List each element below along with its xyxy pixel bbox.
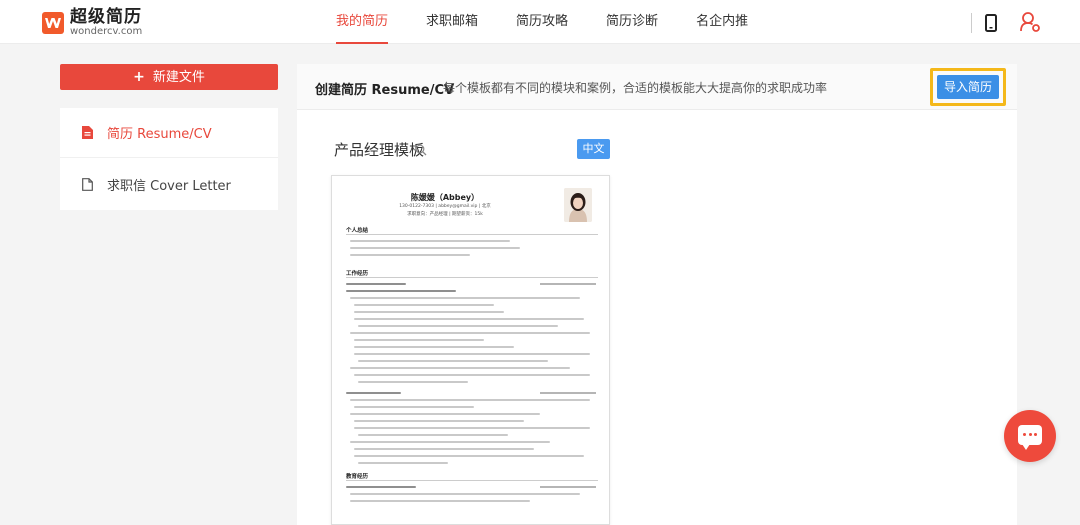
text-line <box>350 332 590 334</box>
sidebar-item-label: 简历 Resume/CV <box>107 127 212 142</box>
sidebar-item-resume[interactable]: 简历 Resume/CV <box>60 108 278 158</box>
sidebar-panel: 简历 Resume/CV 求职信 Cover Letter <box>60 108 278 210</box>
resume-photo <box>564 188 592 222</box>
text-line <box>354 339 484 341</box>
logo[interactable]: 超级简历 wondercv.com <box>42 8 142 37</box>
resume-template-card[interactable]: 陈媛媛（Abbey） 130-0122-7303 | abbey@gmail.v… <box>331 175 610 525</box>
text-line <box>354 455 584 457</box>
main-header: 创建简历 Resume/CV 每个模板都有不同的模块和案例，合适的模板能大大提高… <box>297 64 1017 110</box>
resume-file-icon <box>82 126 93 139</box>
text-line <box>350 240 510 242</box>
text-line <box>354 427 590 429</box>
nav-resume-diagnosis[interactable]: 简历诊断 <box>606 0 658 44</box>
resume-name: 陈媛媛（Abbey） <box>410 193 480 202</box>
text-line <box>358 325 558 327</box>
text-line <box>350 367 570 369</box>
text-line <box>358 462 448 464</box>
text-line <box>358 360 548 362</box>
text-line <box>354 406 474 408</box>
text-line <box>354 311 504 313</box>
text-line <box>354 346 514 348</box>
main-nav: 我的简历 求职邮箱 简历攻略 简历诊断 名企内推 <box>336 0 786 44</box>
text-line <box>350 500 530 502</box>
nav-resume-guide[interactable]: 简历攻略 <box>516 0 568 44</box>
resume-section-title: 工作经历 <box>346 271 369 277</box>
resume-intent: 求职意向：产品经理 | 期望薪资：15k <box>407 212 483 217</box>
logo-subtitle: wondercv.com <box>70 26 143 37</box>
text-line <box>350 254 470 256</box>
phone-icon[interactable] <box>985 14 997 36</box>
text-line <box>350 247 520 249</box>
document-icon <box>82 177 93 191</box>
language-button[interactable]: 中文 <box>577 139 610 159</box>
resume-section-title: 个人总结 <box>346 228 369 234</box>
logo-title: 超级简历 <box>70 7 142 27</box>
user-icon[interactable] <box>1019 11 1041 37</box>
text-line <box>354 353 590 355</box>
text-line <box>354 318 584 320</box>
text-line <box>350 413 540 415</box>
chat-button[interactable] <box>1004 410 1056 462</box>
sidebar-item-label: 求职信 Cover Letter <box>107 178 231 194</box>
template-title: 产品经理模板 <box>334 141 425 159</box>
text-line <box>354 448 534 450</box>
text-line <box>354 374 590 376</box>
import-highlight: 导入简历 <box>930 68 1006 106</box>
text-line <box>350 493 580 495</box>
text-line <box>350 297 580 299</box>
plus-icon: + <box>133 69 145 85</box>
search-icon[interactable] <box>415 141 427 160</box>
page-description: 每个模板都有不同的模块和案例，合适的模板能大大提高你的求职成功率 <box>443 81 828 95</box>
section-divider <box>346 277 598 278</box>
text-line <box>346 290 456 292</box>
text-line <box>358 434 508 436</box>
new-file-label: 新建文件 <box>152 70 205 85</box>
text-line <box>346 392 401 394</box>
page-title: 创建简历 Resume/CV <box>315 83 455 98</box>
section-divider <box>346 234 598 235</box>
main-panel: 创建简历 Resume/CV 每个模板都有不同的模块和案例，合适的模板能大大提高… <box>297 64 1017 525</box>
date-line <box>540 392 596 394</box>
text-line <box>358 381 468 383</box>
nav-job-mailbox[interactable]: 求职邮箱 <box>426 0 478 44</box>
chat-icon <box>1018 425 1042 450</box>
import-resume-button[interactable]: 导入简历 <box>937 75 999 99</box>
date-line <box>540 486 596 488</box>
new-file-button[interactable]: + 新建文件 <box>60 64 278 90</box>
logo-icon <box>42 11 64 34</box>
text-line <box>350 399 590 401</box>
section-divider <box>346 480 598 481</box>
resume-section-title: 教育经历 <box>346 474 369 480</box>
resume-contact: 130-0122-7303 | abbey@gmail.vip | 北京 <box>399 204 491 209</box>
top-bar: 超级简历 wondercv.com 我的简历 求职邮箱 简历攻略 简历诊断 名企… <box>0 0 1080 44</box>
date-line <box>540 283 596 285</box>
nav-referral[interactable]: 名企内推 <box>696 0 748 44</box>
text-line <box>346 486 416 488</box>
text-line <box>354 420 524 422</box>
sidebar-item-cover-letter[interactable]: 求职信 Cover Letter <box>60 159 278 209</box>
nav-divider <box>971 13 972 33</box>
text-line <box>350 441 550 443</box>
nav-my-resume[interactable]: 我的简历 <box>336 0 389 44</box>
text-line <box>354 304 494 306</box>
text-line <box>346 283 406 285</box>
